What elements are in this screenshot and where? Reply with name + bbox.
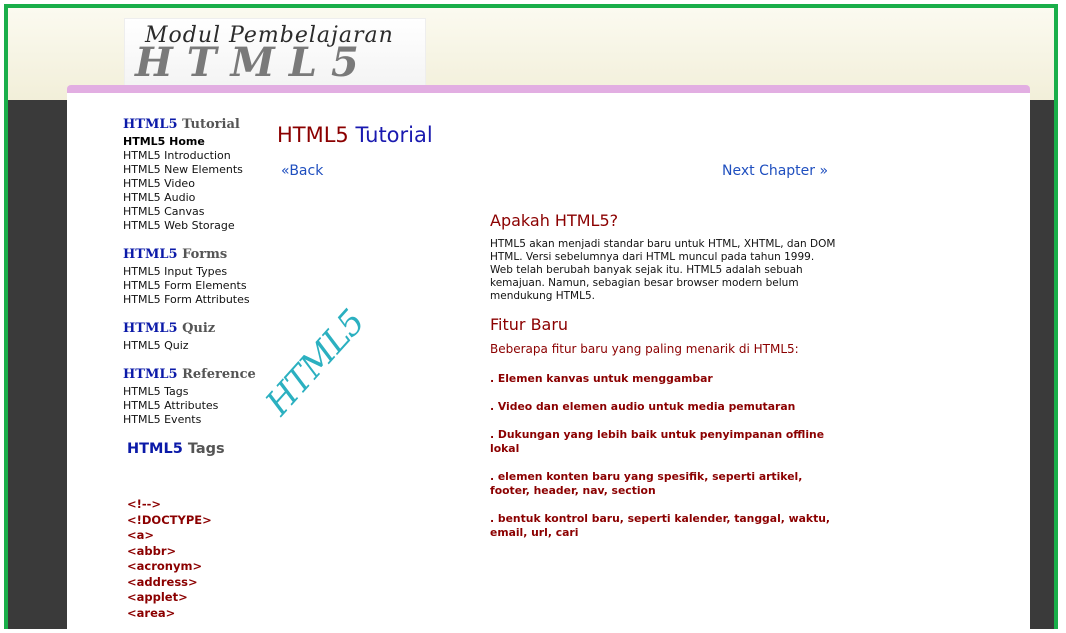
section-title-apakah: Apakah HTML5?	[490, 211, 619, 230]
accent-bar	[67, 85, 1030, 93]
section-title-fitur: Fitur Baru	[490, 315, 569, 334]
sidebar-section-tutorial: HTML5 Tutorial HTML5 Home HTML5 Introduc…	[123, 117, 273, 233]
sidebar-heading: HTML5 Tutorial	[123, 117, 240, 132]
feature-item: . elemen konten baru yang spesifik, sepe…	[490, 470, 803, 497]
sidebar-item-form-elements[interactable]: HTML5 Form Elements	[123, 279, 273, 293]
html5-graphic: HTML5	[258, 302, 373, 424]
feature-item: . Video dan elemen audio untuk media pem…	[490, 400, 796, 413]
tag-link[interactable]: <a>	[127, 528, 273, 544]
tag-link[interactable]: <address>	[127, 575, 273, 591]
sidebar-heading: HTML5 Reference	[123, 367, 256, 382]
sidebar-item-new-elements[interactable]: HTML5 New Elements	[123, 163, 273, 177]
logo-wordmark: HTML5	[135, 39, 373, 86]
sidebar-item-canvas[interactable]: HTML5 Canvas	[123, 205, 273, 219]
tag-link[interactable]: <applet>	[127, 590, 273, 606]
sidebar-heading: HTML5 Forms	[123, 247, 228, 262]
sidebar-heading: HTML5 Quiz	[123, 321, 216, 336]
page-frame: Modul Pembelajaran HTML5 HTML5 Tutorial …	[4, 4, 1058, 629]
back-link[interactable]: «Back	[281, 163, 323, 179]
site-logo[interactable]: Modul Pembelajaran HTML5	[124, 18, 426, 86]
sidebar-item-input-types[interactable]: HTML5 Input Types	[123, 265, 273, 279]
feature-item: . bentuk kontrol baru, seperti kalender,…	[490, 512, 831, 539]
sidebar-item-form-attributes[interactable]: HTML5 Form Attributes	[123, 293, 273, 307]
sidebar-item-attributes[interactable]: HTML5 Attributes	[123, 399, 273, 413]
sidebar-section-quiz: HTML5 Quiz HTML5 Quiz	[123, 321, 273, 353]
sidebar-section-reference: HTML5 Reference HTML5 Tags HTML5 Attribu…	[123, 367, 273, 427]
main-content: Apakah HTML5? HTML5 akan menjadi standar…	[490, 211, 840, 554]
tag-link[interactable]: <!DOCTYPE>	[127, 513, 273, 529]
sidebar-item-video[interactable]: HTML5 Video	[123, 177, 273, 191]
sidebar-item-events[interactable]: HTML5 Events	[123, 413, 273, 427]
feature-item: . Dukungan yang lebih baik untuk penyimp…	[490, 428, 825, 455]
tag-link[interactable]: <area>	[127, 606, 273, 622]
tag-link[interactable]: <!-->	[127, 497, 273, 513]
feature-item: . Elemen kanvas untuk menggambar	[490, 372, 713, 385]
content-panel: HTML5 Tutorial HTML5 Home HTML5 Introduc…	[67, 93, 1030, 629]
sidebar-section-forms: HTML5 Forms HTML5 Input Types HTML5 Form…	[123, 247, 273, 307]
page-title: HTML5 Tutorial	[277, 123, 433, 147]
feature-list: . Elemen kanvas untuk menggambar . Video…	[490, 372, 840, 540]
sidebar-item-html5-home[interactable]: HTML5 Home	[123, 135, 273, 149]
sidebar-item-introduction[interactable]: HTML5 Introduction	[123, 149, 273, 163]
features-intro: Beberapa fitur baru yang paling menarik …	[490, 342, 799, 356]
tag-link[interactable]: <acronym>	[127, 559, 273, 575]
tag-list: <!--> <!DOCTYPE> <a> <abbr> <acronym> <a…	[127, 497, 273, 621]
sidebar-item-tags[interactable]: HTML5 Tags	[123, 385, 273, 399]
sidebar-item-audio[interactable]: HTML5 Audio	[123, 191, 273, 205]
sidebar-item-web-storage[interactable]: HTML5 Web Storage	[123, 219, 273, 233]
sidebar: HTML5 Tutorial HTML5 Home HTML5 Introduc…	[123, 117, 273, 621]
section-body-apakah: HTML5 akan menjadi standar baru untuk HT…	[490, 238, 836, 302]
tags-heading: HTML5 Tags	[127, 441, 225, 457]
sidebar-item-quiz[interactable]: HTML5 Quiz	[123, 339, 273, 353]
tag-link[interactable]: <abbr>	[127, 544, 273, 560]
next-chapter-link[interactable]: Next Chapter »	[722, 163, 828, 179]
